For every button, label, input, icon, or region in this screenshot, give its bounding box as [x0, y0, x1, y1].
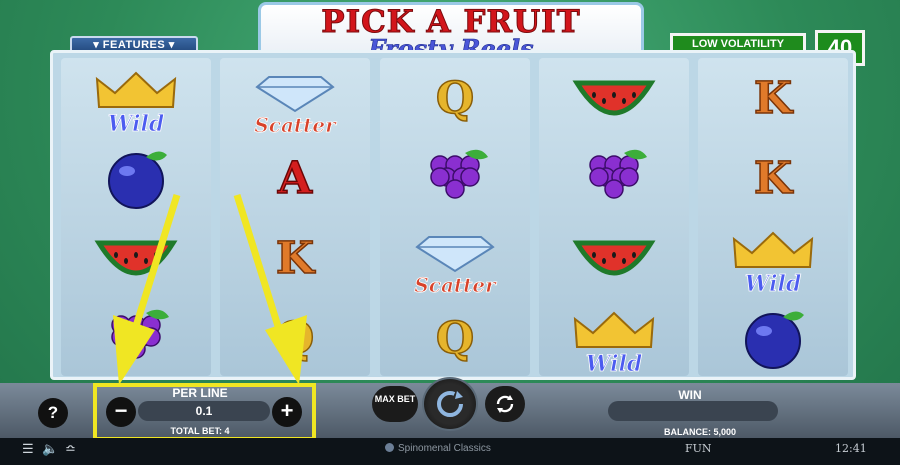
- reel-2: Scatter A K Q: [220, 58, 370, 376]
- reel-1: Wild: [61, 58, 211, 376]
- crown-icon: [573, 311, 655, 348]
- symbol-q: Q: [435, 312, 475, 365]
- reel-symbol: [61, 218, 211, 298]
- mode-label: FUN: [685, 442, 712, 455]
- autoplay-icon: [496, 395, 514, 413]
- sound-icon[interactable]: 🔈: [42, 441, 58, 457]
- symbol-q: Q: [275, 312, 315, 365]
- symbol-k: K: [275, 232, 315, 285]
- symbol-scatter: Scatter: [414, 273, 496, 298]
- symbol-k: K: [753, 152, 793, 205]
- diamond-icon: [415, 236, 495, 273]
- turbo-icon[interactable]: ≏: [65, 441, 76, 457]
- diamond-icon: [255, 76, 335, 113]
- provider-logo-icon: [385, 443, 394, 452]
- reel-symbol: Q: [220, 298, 370, 378]
- watermelon-icon: [572, 80, 656, 116]
- grapes-icon: [430, 149, 488, 199]
- reel-4: Wild: [539, 58, 689, 378]
- reel-symbol: [61, 298, 211, 378]
- reel-5: K K Wild: [698, 58, 848, 376]
- reel-symbol: Wild: [698, 218, 848, 298]
- spin-icon: [437, 391, 463, 417]
- win-display: [608, 401, 778, 421]
- symbol-wild: Wild: [744, 271, 802, 298]
- plum-icon: [745, 311, 804, 369]
- reel-symbol: K: [698, 138, 848, 218]
- reels-frame: Wild Scatter A K Q Q Scatter Q Wild K K Wild: [50, 50, 856, 380]
- reel-symbol: Scatter: [380, 218, 530, 298]
- symbol-scatter: Scatter: [254, 113, 336, 138]
- bet-highlight-box: [93, 383, 316, 441]
- symbol-wild: Wild: [107, 111, 165, 138]
- watermelon-icon: [572, 240, 656, 276]
- reel-3: Q Scatter Q: [380, 58, 530, 376]
- spin-button[interactable]: [422, 377, 478, 431]
- reel-symbol: [380, 138, 530, 218]
- reel-symbol: [539, 218, 689, 298]
- max-bet-button[interactable]: MAX BET: [372, 386, 418, 422]
- reel-symbol: K: [220, 218, 370, 298]
- symbol-k: K: [753, 72, 793, 125]
- reel-symbol: K: [698, 58, 848, 138]
- clock: 12:41: [835, 442, 867, 455]
- reel-symbol: Q: [380, 298, 530, 378]
- plum-icon: [108, 151, 167, 209]
- crown-icon: [95, 71, 177, 108]
- balance-display: BALANCE: 5,000: [663, 427, 737, 437]
- reel-symbol: Scatter: [220, 58, 370, 138]
- reel-symbol: Q: [380, 58, 530, 138]
- symbol-wild: Wild: [585, 351, 643, 378]
- reel-symbol: Wild: [539, 298, 689, 378]
- provider-name: Spinomenal Classics: [398, 443, 491, 454]
- crown-icon: [732, 231, 814, 268]
- win-label: WIN: [678, 388, 702, 402]
- provider-label: Spinomenal Classics: [385, 443, 491, 454]
- reel-symbol: [698, 298, 848, 378]
- reel-symbol: A: [220, 138, 370, 218]
- symbol-q: Q: [435, 72, 475, 125]
- watermelon-icon: [94, 240, 178, 276]
- reel-symbol: [61, 138, 211, 218]
- menu-icon[interactable]: ☰: [22, 441, 34, 457]
- autoplay-button[interactable]: [485, 386, 525, 422]
- reel-symbol: [539, 58, 689, 138]
- grapes-icon: [589, 149, 647, 199]
- reel-symbol: Wild: [61, 58, 211, 138]
- symbol-a: A: [277, 152, 313, 205]
- reel-symbol: [539, 138, 689, 218]
- grapes-icon: [111, 309, 169, 359]
- help-button[interactable]: ?: [38, 398, 68, 428]
